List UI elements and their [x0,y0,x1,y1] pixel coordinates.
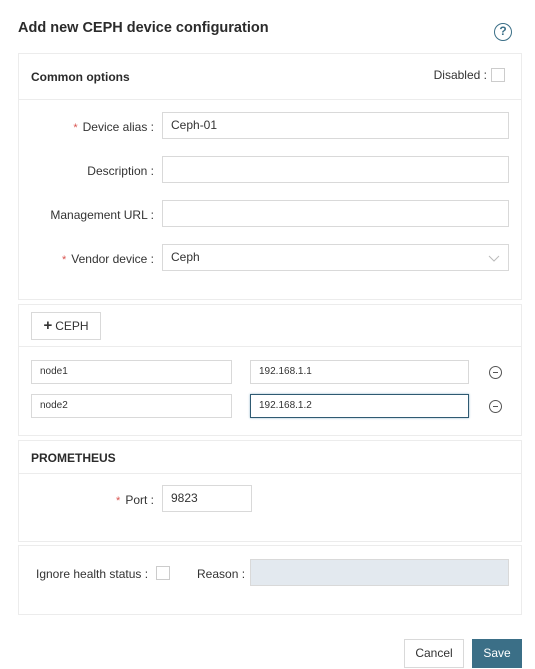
ceph-nodes-header: + CEPH [19,305,521,347]
reason-label: Reason : [197,567,246,581]
device-alias-input[interactable]: Ceph-01 [162,112,509,139]
description-label: Description : [87,164,154,178]
plus-icon: + [43,317,53,334]
health-panel: Ignore health status : Reason : [18,545,522,615]
port-input[interactable]: 9823 [162,485,252,512]
management-url-label: Management URL : [50,208,154,222]
common-options-title: Common options [31,70,130,84]
question-circle-icon[interactable]: ? [494,23,512,41]
reason-input[interactable] [250,559,509,586]
ceph-nodes-panel: + CEPH node1 192.168.1.1 node2 192.168.1.… [18,304,522,436]
device-alias-label: * Device alias : [73,120,154,134]
common-options-header: Common options Disabled : [19,54,521,100]
common-options-panel: Common options Disabled : * Device alias … [18,53,522,300]
prometheus-header: PROMETHEUS [19,441,521,474]
ignore-health-label: Ignore health status : [36,567,149,581]
remove-node-icon[interactable] [489,366,502,379]
node-ip-input[interactable]: 192.168.1.2 [250,394,469,418]
ignore-health-checkbox[interactable] [156,566,170,580]
page-title: Add new CEPH device configuration [18,20,269,36]
vendor-device-label: * Vendor device : [61,252,154,266]
cancel-button[interactable]: Cancel [404,639,464,668]
description-input[interactable] [162,156,509,183]
remove-node-icon[interactable] [489,400,502,413]
prometheus-panel: PROMETHEUS * Port : 9823 [18,440,522,542]
vendor-device-select[interactable]: Ceph [162,244,509,271]
disabled-label: Disabled : [433,68,487,82]
node-name-input[interactable]: node2 [31,394,232,418]
management-url-input[interactable] [162,200,509,227]
prometheus-title: PROMETHEUS [31,451,116,465]
add-ceph-button[interactable]: + CEPH [31,312,101,340]
disabled-checkbox[interactable] [491,68,505,82]
vendor-device-value: Ceph [171,250,200,264]
node-name-input[interactable]: node1 [31,360,232,384]
port-label: * Port : [116,493,154,507]
save-button[interactable]: Save [472,639,522,668]
chevron-down-icon [488,255,500,262]
node-ip-input[interactable]: 192.168.1.1 [250,360,469,384]
